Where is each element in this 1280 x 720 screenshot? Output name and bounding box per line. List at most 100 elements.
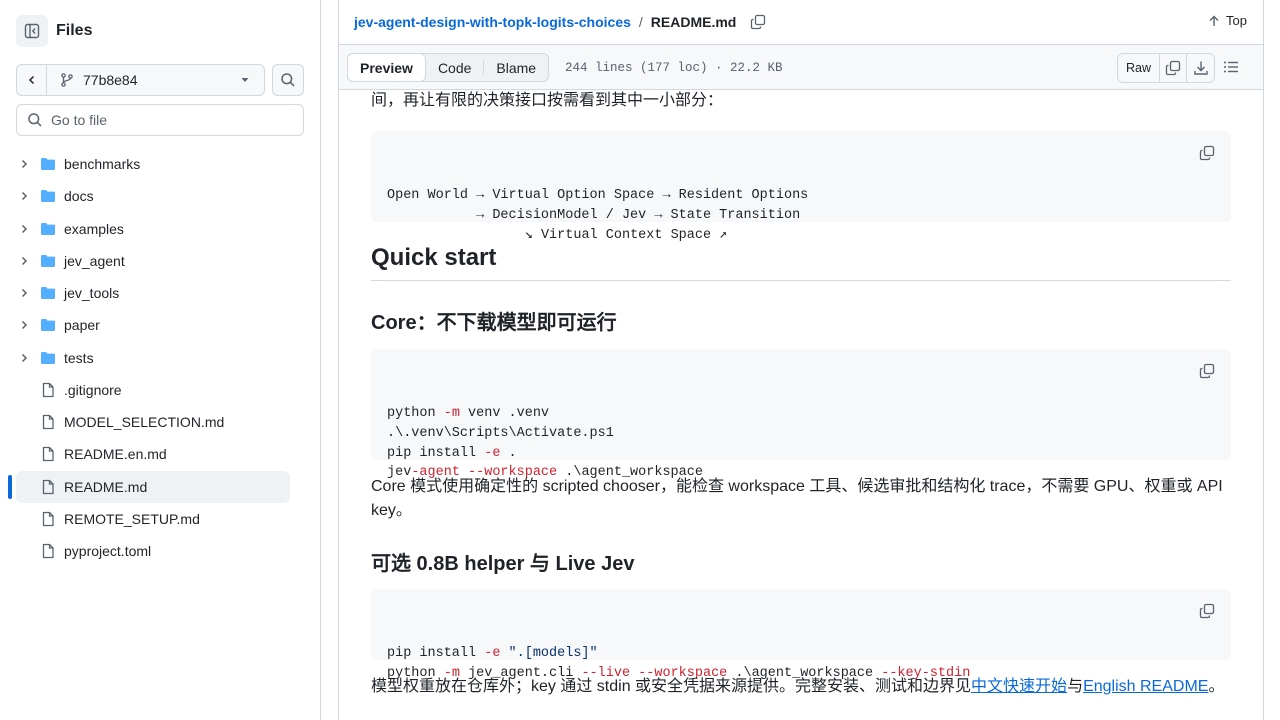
folder-icon [40,188,56,204]
code-line: → DecisionModel / Jev → State Transition [387,208,801,224]
tab-code[interactable]: Code [426,54,483,81]
folder-icon [40,350,56,366]
chevron-right-icon[interactable] [16,188,32,204]
tree-item-label: REMOTE_SETUP.md [64,510,200,527]
branch-name: 77b8e84 [83,72,138,88]
tree-folder-item[interactable]: jev_tools [16,277,290,309]
file-icon [40,382,56,398]
diagram-code-block: Open World → Virtual Option Space → Resi… [371,131,1231,243]
heading-core: Core：不下载模型即可运行 [371,312,617,334]
heading-optional: 可选 0.8B helper 与 Live Jev [371,553,635,575]
download-button[interactable] [1187,54,1214,82]
tree-item-label: paper [64,317,100,334]
heading-quick-start: Quick start [371,244,1231,281]
file-tree: benchmarks docs examples jev_agent jev_tools… [8,148,290,567]
tab-preview[interactable]: Preview [347,53,426,82]
readme-content: 间，再让有限的决策接口按需看到其中一小部分： Open World → Virt… [370,90,1232,720]
tab-blame[interactable]: Blame [484,54,548,81]
folder-icon [40,317,56,333]
back-to-top-button[interactable]: Top [1208,13,1247,28]
tree-item-label: MODEL_SELECTION.md [64,414,225,430]
search-icon [281,73,295,87]
tree-file-item[interactable]: REMOTE_SETUP.md [16,503,290,535]
chevron-left-icon [28,75,34,85]
tree-folder-item[interactable]: examples [16,213,290,245]
tree-folder-item[interactable]: paper [16,309,290,341]
code-line: python -m venv .venv [387,406,550,422]
raw-button[interactable]: Raw [1118,54,1161,82]
file-icon [40,543,56,559]
sidebar-header: Files [16,15,92,47]
file-icon [40,511,56,527]
copy-icon [1165,60,1181,76]
outline-button[interactable] [1223,59,1239,75]
chevron-right-icon[interactable] [16,221,32,237]
go-to-file-box[interactable] [16,104,304,136]
raw-actions: Raw [1117,53,1216,83]
folder-icon [40,253,56,269]
file-icon [40,479,56,495]
caret-down-icon [240,75,250,85]
final-end-text: 。 [1208,678,1225,695]
copy-icon [751,14,766,30]
list-unordered-icon [1224,61,1238,73]
git-branch-icon [61,73,73,87]
file-icon [40,446,56,462]
tree-folder-item[interactable]: benchmarks [16,148,290,180]
tree-item-label: README.md [64,478,148,495]
copy-raw-button[interactable] [1160,54,1188,82]
folder-icon [40,156,56,172]
copy-path-button[interactable] [750,14,766,30]
final-text: 模型权重放在仓库外；key 通过 stdin 或安全凭据来源提供。完整安装、测试… [371,678,972,695]
back-button[interactable] [17,65,47,95]
link-chinese-quickstart[interactable]: 中文快速开始 [971,678,1067,695]
link-english-readme[interactable]: English README [1083,678,1208,695]
tree-item-label: jev_agent [64,252,125,269]
file-toolbar: Preview Code Blame 244 lines (177 loc) ·… [339,44,1263,90]
copy-code-button[interactable] [1199,145,1215,161]
tree-folder-item[interactable]: tests [16,342,290,374]
tree-file-item[interactable]: .gitignore [16,374,290,406]
copy-code-button[interactable] [1199,363,1215,379]
tree-item-label: tests [64,349,94,366]
collapse-sidebar-button[interactable] [16,15,48,47]
view-mode-tabs: Preview Code Blame [347,53,550,82]
tree-item-label: examples [64,220,124,237]
chevron-right-icon[interactable] [16,317,32,333]
folder-icon [40,285,56,301]
branch-dropdown[interactable]: 77b8e84 [47,65,264,95]
branch-selector[interactable]: 77b8e84 [16,64,265,96]
folder-icon [40,221,56,237]
tree-folder-item[interactable]: docs [16,180,290,212]
tree-item-label: .gitignore [64,381,122,398]
tree-file-item[interactable]: README.md [8,470,290,503]
tree-item-label: docs [64,188,94,205]
file-viewer: jev-agent-design-with-topk-logits-choice… [338,0,1264,720]
chevron-right-icon[interactable] [16,156,32,172]
tree-file-item[interactable]: README.en.md [16,438,290,470]
tree-folder-item[interactable]: jev_agent [16,245,290,277]
go-to-file-input[interactable] [51,112,281,128]
optional-code-block: pip install -e ".[models]" python -m jev_… [371,589,1231,681]
tree-item-label: pyproject.toml [64,543,152,559]
sidebar-collapse-icon [24,23,40,39]
code-line: Open World → Virtual Option Space → Resi… [387,188,809,204]
file-stats: 244 lines (177 loc) · 22.2 KB [565,61,783,75]
code-line: pip install -e . [387,445,517,461]
core-paragraph: Core 模式使用确定性的 scripted chooser，能检查 works… [371,478,1223,519]
code-line: ↘ Virtual Context Space ↗ [387,227,728,243]
core-code-block: python -m venv .venv .\.venv\Scripts\Acti… [371,349,1231,480]
sidebar-title: Files [56,22,93,39]
copy-code-button[interactable] [1199,603,1215,619]
tree-file-item[interactable]: pyproject.toml [16,535,290,567]
intro-paragraph: 间，再让有限的决策接口按需看到其中一小部分： [371,92,724,109]
breadcrumb-separator: / [638,14,643,30]
tree-item-label: jev_tools [64,285,120,301]
chevron-right-icon[interactable] [16,285,32,301]
tree-file-item[interactable]: MODEL_SELECTION.md [16,406,290,438]
code-line: pip install -e ".[models]" [387,646,598,662]
repo-link[interactable]: jev-agent-design-with-topk-logits-choice… [354,14,631,30]
chevron-right-icon[interactable] [16,253,32,269]
chevron-right-icon[interactable] [16,350,32,366]
search-button[interactable] [272,64,304,96]
